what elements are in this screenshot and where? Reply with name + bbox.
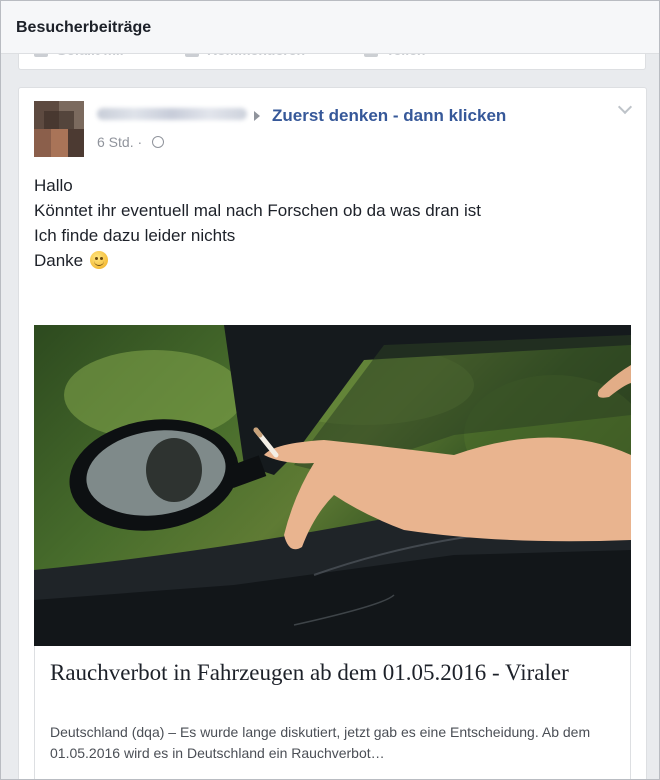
- globe-icon: [152, 136, 164, 148]
- author-name-blurred[interactable]: [97, 108, 247, 120]
- panel-title: Besucherbeiträge: [16, 19, 152, 36]
- link-preview-image[interactable]: [34, 325, 631, 646]
- link-description: Deutschland (dqa) – Es wurde lange disku…: [50, 724, 591, 761]
- group-name-link[interactable]: Zuerst denken - dann klicken: [272, 106, 506, 126]
- smile-emoji-icon: [89, 251, 108, 269]
- link-preview-caption[interactable]: Rauchverbot in Fahrzeugen ab dem 01.05.2…: [34, 646, 631, 779]
- post-text-line: Hallo: [34, 176, 73, 195]
- posted-to-arrow-icon: [254, 111, 260, 121]
- avatar[interactable]: [34, 101, 84, 157]
- visitor-posts-panel: Besucherbeiträge Gefällt mir Kommentiere…: [0, 0, 660, 780]
- post-message: Hallo Könntet ihr eventuell mal nach For…: [34, 173, 481, 273]
- link-title[interactable]: Rauchverbot in Fahrzeugen ab dem 01.05.2…: [50, 658, 610, 687]
- panel-header: Besucherbeiträge: [1, 1, 659, 54]
- post-timestamp[interactable]: 6 Std. ·: [97, 134, 142, 150]
- visitor-post-card: Zuerst denken - dann klicken 6 Std. · Ha…: [18, 87, 647, 779]
- post-text-line-last: Danke: [34, 248, 481, 273]
- car-smoking-photo: [34, 325, 631, 646]
- chevron-down-icon[interactable]: [617, 99, 633, 115]
- post-text-line: Ich finde dazu leider nichts: [34, 226, 236, 245]
- post-text-line: Könntet ihr eventuell mal nach Forschen …: [34, 201, 481, 220]
